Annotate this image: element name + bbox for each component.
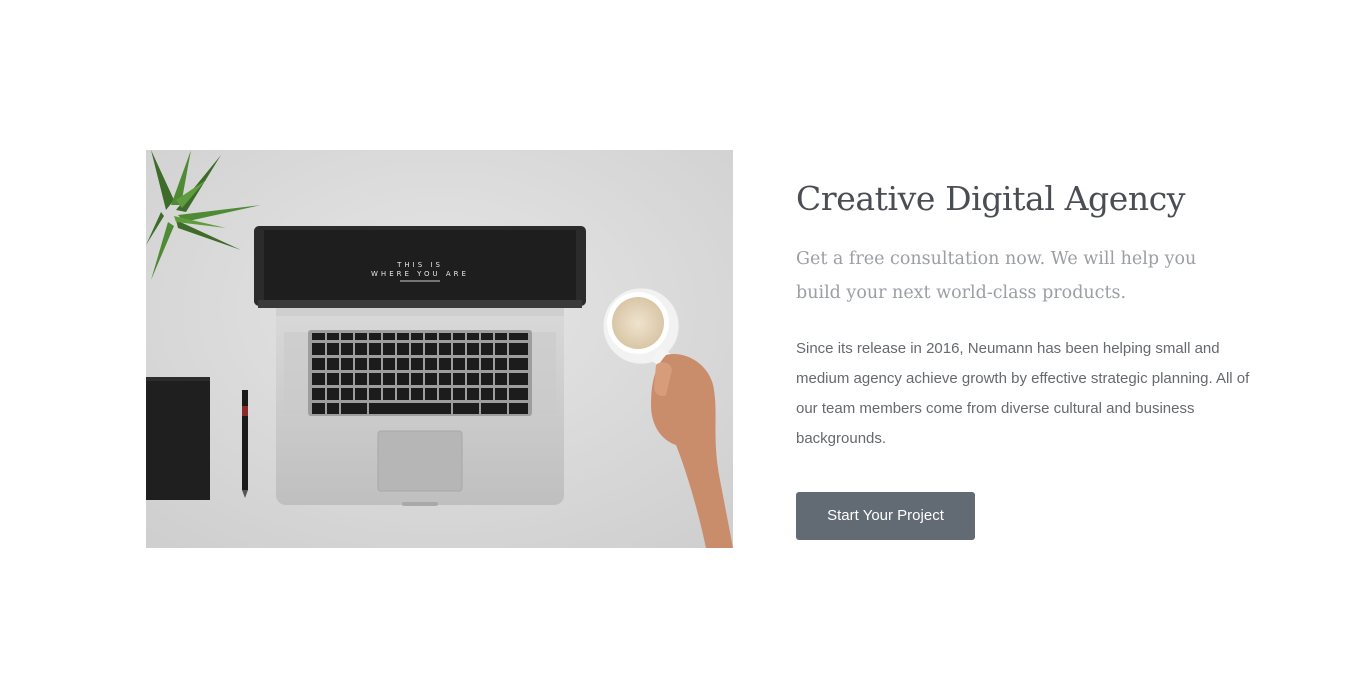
intro-content: Creative Digital Agency Get a free consu… xyxy=(796,176,1266,540)
agency-intro-section: THIS IS WHERE YOU ARE Creative Digital A… xyxy=(0,0,1366,698)
start-project-button[interactable]: Start Your Project xyxy=(796,492,975,540)
svg-text:WHERE YOU ARE: WHERE YOU ARE xyxy=(371,270,469,278)
hero-image: THIS IS WHERE YOU ARE xyxy=(146,150,733,548)
desk-illustration: THIS IS WHERE YOU ARE xyxy=(146,150,733,548)
section-title: Creative Digital Agency xyxy=(796,179,1186,218)
section-subtitle: Get a free consultation now. We will hel… xyxy=(796,249,1197,303)
svg-text:THIS IS: THIS IS xyxy=(396,261,443,269)
notebook xyxy=(146,377,210,500)
pen xyxy=(242,390,248,498)
section-description: Since its release in 2016, Neumann has b… xyxy=(796,340,1250,447)
laptop: THIS IS WHERE YOU ARE xyxy=(254,226,586,506)
